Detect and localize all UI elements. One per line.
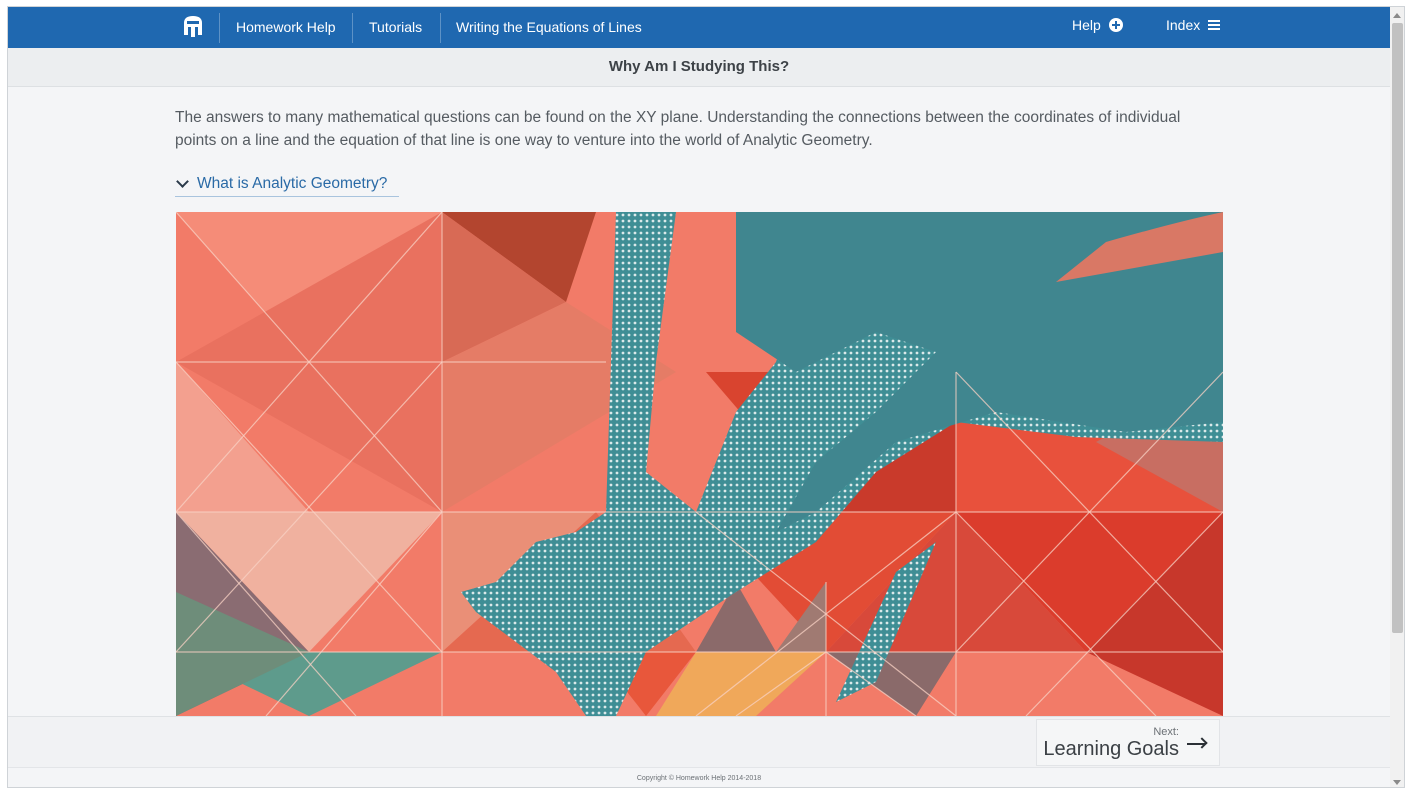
footer: Copyright © Homework Help 2014-2018 <box>8 767 1390 787</box>
nav-divider <box>352 13 353 43</box>
help-label: Help <box>1072 17 1101 33</box>
bottom-navigation-bar: Next: Learning Goals <box>8 716 1390 767</box>
help-button[interactable]: Help <box>1072 17 1123 33</box>
next-learning-goals-button[interactable]: Next: Learning Goals <box>1036 719 1220 766</box>
hamburger-menu-icon <box>1208 20 1221 30</box>
copyright-text: Copyright © Homework Help 2014-2018 <box>636 775 762 782</box>
intro-paragraph: The answers to many mathematical questio… <box>175 109 1181 149</box>
chevron-down-icon <box>176 174 189 188</box>
browser-viewport: Homework Help Tutorials Writing the Equa… <box>7 6 1405 788</box>
nav-homework-help[interactable]: Homework Help <box>236 19 336 35</box>
plus-circle-icon <box>1108 18 1123 32</box>
scroll-up-arrow-icon[interactable] <box>1393 13 1401 18</box>
analytic-geometry-expander[interactable]: What is Analytic Geometry? <box>175 171 399 197</box>
helmet-logo-icon[interactable] <box>180 13 206 41</box>
vertical-scrollbar[interactable] <box>1390 7 1404 787</box>
next-title: Learning Goals <box>1043 738 1179 760</box>
nav-divider <box>440 13 441 43</box>
nav-writing-equations-of-lines[interactable]: Writing the Equations of Lines <box>456 19 642 35</box>
nav-divider <box>219 13 220 43</box>
next-label: Next: <box>1153 726 1179 738</box>
arrow-right-icon <box>1187 743 1205 745</box>
scrollbar-thumb[interactable] <box>1392 23 1403 633</box>
section-title: Why Am I Studying This? <box>608 58 790 75</box>
top-navbar: Homework Help Tutorials Writing the Equa… <box>8 7 1390 48</box>
scroll-down-arrow-icon[interactable] <box>1393 780 1401 785</box>
nav-tutorials[interactable]: Tutorials <box>369 19 422 35</box>
expander-label: What is Analytic Geometry? <box>197 174 388 192</box>
index-button[interactable]: Index <box>1166 17 1221 33</box>
geometric-artwork-image <box>176 212 1223 716</box>
index-label: Index <box>1166 17 1201 33</box>
section-title-bar: Why Am I Studying This? <box>8 48 1390 87</box>
